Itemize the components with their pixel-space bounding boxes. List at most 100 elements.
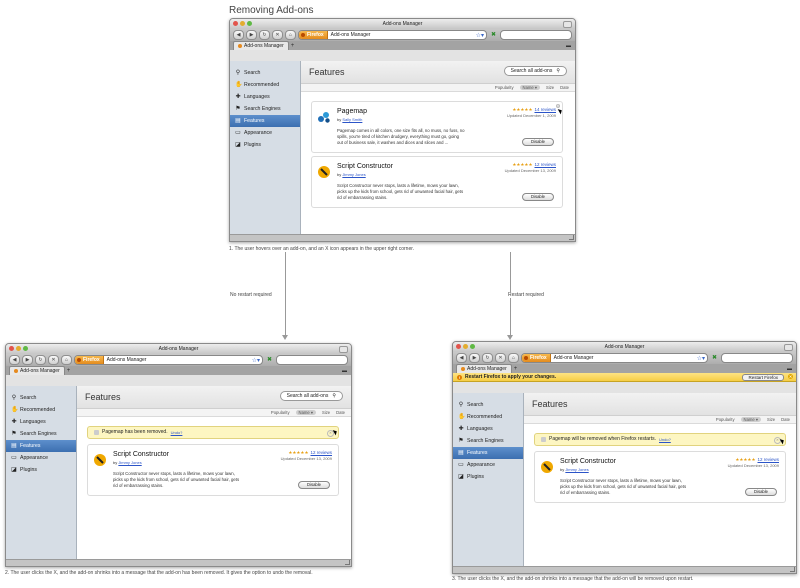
search-addons-input[interactable]: Search all add-ons ⚲ [503,66,567,76]
site-identity-button[interactable]: Firefox [75,356,104,364]
sort-size[interactable]: Size [546,85,554,90]
bookmark-star-icon[interactable]: ☆▾ [252,357,262,364]
sidebar-item-languages[interactable]: ✚ Languages [6,416,76,428]
resize-grip-icon[interactable] [790,567,795,572]
zoom-window-button[interactable] [470,344,475,349]
addon-x-icon[interactable]: ✖ [265,356,274,364]
site-identity-button[interactable]: Firefox [299,31,328,39]
author-link[interactable]: Jimmy Jones [342,172,365,177]
close-bar-icon[interactable]: ✕ [788,374,793,379]
forward-button[interactable]: ▶ [246,30,257,40]
addon-card-script-constructor[interactable]: Script Constructor by Jimmy Jones ★★★★★ 1… [87,444,339,496]
new-tab-button[interactable]: + [514,365,518,373]
close-window-button[interactable] [233,21,238,26]
sidebar-item-search[interactable]: ⚲ Search [230,67,300,79]
sort-size[interactable]: Size [322,410,330,415]
zoom-window-button[interactable] [23,346,28,351]
stop-button[interactable]: ✕ [495,353,506,363]
url-bar[interactable]: Firefox Add-ons Manager ☆▾ [521,353,708,363]
minimize-window-button[interactable] [16,346,21,351]
undo-link[interactable]: Undo? [171,427,183,438]
resize-grip-icon[interactable] [345,560,350,565]
reload-button[interactable]: ↻ [482,353,493,363]
sort-date[interactable]: Date [781,417,790,422]
sidebar-item-search[interactable]: ⚲ Search [453,399,523,411]
author-link[interactable]: Jimmy Jones [565,467,588,472]
url-bar[interactable]: Firefox Add-ons Manager ☆▾ [298,30,487,40]
addon-x-icon[interactable]: ✖ [489,31,498,39]
tab-list-icon[interactable]: ▬ [787,366,792,372]
disable-button[interactable]: Disable [522,138,554,146]
restart-firefox-button[interactable]: Restart Firefox [742,374,784,381]
search-bar[interactable] [276,355,348,365]
reviews-link[interactable]: 12 reviews [534,162,556,167]
undo-link[interactable]: Undo? [659,434,671,445]
sidebar-item-recommended[interactable]: ✋ Recommended [230,79,300,91]
back-button[interactable]: ◀ [456,353,467,363]
reload-button[interactable]: ↻ [259,30,270,40]
url-bar[interactable]: Firefox Add-ons Manager ☆▾ [74,355,263,365]
home-button[interactable]: ⌂ [285,30,296,40]
addon-card-script-constructor[interactable]: Script Constructor by Jimmy Jones ★★★★★ 1… [311,156,563,208]
author-link[interactable]: Jimmy Jones [118,460,141,465]
sort-popularity[interactable]: Popularity [271,410,290,415]
reload-button[interactable]: ↻ [35,355,46,365]
bookmark-star-icon[interactable]: ☆▾ [476,32,486,39]
disable-button[interactable]: Disable [298,481,330,489]
forward-button[interactable]: ▶ [22,355,33,365]
disable-button[interactable]: Disable [522,193,554,201]
sort-name[interactable]: Name ▾ [740,417,761,422]
tab-list-icon[interactable]: ▬ [342,368,347,374]
sidebar-item-features[interactable]: ▤ Features [6,440,76,452]
sidebar-item-languages[interactable]: ✚ Languages [453,423,523,435]
addon-x-icon[interactable]: ✖ [710,354,719,362]
sidebar-item-recommended[interactable]: ✋ Recommended [453,411,523,423]
tab-list-icon[interactable]: ▬ [566,43,571,49]
stop-button[interactable]: ✕ [48,355,59,365]
home-button[interactable]: ⌂ [508,353,519,363]
author-link[interactable]: Sally Smith [342,117,362,122]
new-tab-button[interactable]: + [67,367,71,375]
sidebar-item-features[interactable]: ▤ Features [453,447,523,459]
addon-card-script-constructor[interactable]: Script Constructor by Jimmy Jones ★★★★★ 1… [534,451,786,503]
home-button[interactable]: ⌂ [61,355,72,365]
reviews-link[interactable]: 12 reviews [757,457,779,462]
addon-card-pagemap[interactable]: Pagemap by Sally Smith ★★★★★ 14 reviews U… [311,101,563,153]
zoom-window-button[interactable] [247,21,252,26]
new-tab-button[interactable]: + [291,42,295,50]
sidebar-item-search-engines[interactable]: ⚑ Search Engines [6,428,76,440]
sort-name[interactable]: Name ▾ [519,85,540,90]
minimize-window-button[interactable] [463,344,468,349]
sort-popularity[interactable]: Popularity [495,85,514,90]
sidebar-item-recommended[interactable]: ✋ Recommended [6,404,76,416]
close-window-button[interactable] [456,344,461,349]
reviews-link[interactable]: 12 reviews [310,450,332,455]
sidebar-item-plugins[interactable]: ◪ Plugins [453,471,523,483]
sidebar-item-languages[interactable]: ✚ Languages [230,91,300,103]
tab-addons-manager[interactable]: Add-ons Manager [9,366,65,375]
sidebar-item-appearance[interactable]: ▭ Appearance [6,452,76,464]
sidebar-item-plugins[interactable]: ◪ Plugins [6,464,76,476]
site-identity-button[interactable]: Firefox [522,354,551,362]
back-button[interactable]: ◀ [9,355,20,365]
tab-addons-manager[interactable]: Add-ons Manager [456,364,512,373]
toolbar-toggle-button[interactable] [339,346,348,353]
sort-popularity[interactable]: Popularity [716,417,735,422]
search-bar[interactable] [721,353,793,363]
search-bar[interactable] [500,30,572,40]
sidebar-item-appearance[interactable]: ▭ Appearance [453,459,523,471]
minimize-window-button[interactable] [240,21,245,26]
disable-button[interactable]: Disable [745,488,777,496]
sort-date[interactable]: Date [336,410,345,415]
sidebar-item-plugins[interactable]: ◪ Plugins [230,139,300,151]
toolbar-toggle-button[interactable] [784,344,793,351]
sort-date[interactable]: Date [560,85,569,90]
sort-size[interactable]: Size [767,417,775,422]
close-window-button[interactable] [9,346,14,351]
sidebar-item-appearance[interactable]: ▭ Appearance [230,127,300,139]
sort-name[interactable]: Name ▾ [295,410,316,415]
forward-button[interactable]: ▶ [469,353,480,363]
sidebar-item-search-engines[interactable]: ⚑ Search Engines [230,103,300,115]
sidebar-item-search[interactable]: ⚲ Search [6,392,76,404]
search-addons-input[interactable]: Search all add-ons ⚲ [279,391,343,401]
